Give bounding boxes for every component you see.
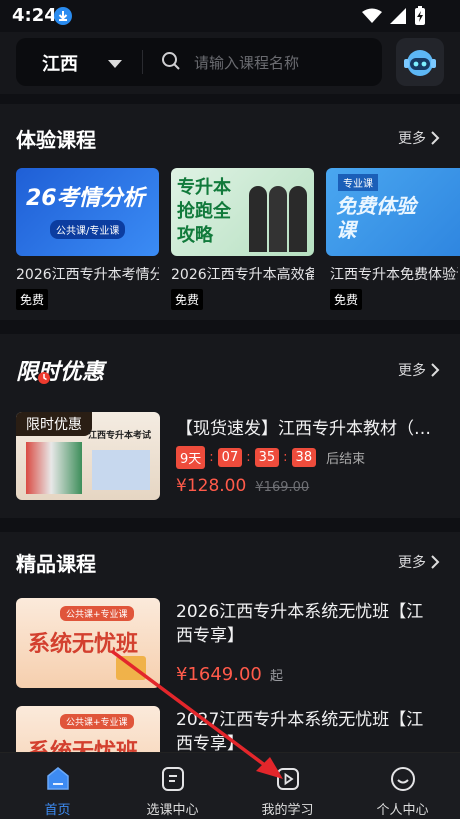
current-price: ¥1649.00: [176, 664, 262, 685]
section-title: 体验课程: [16, 128, 96, 152]
search-icon: [162, 52, 180, 70]
wifi-icon: [362, 8, 382, 23]
countdown-separator: :: [209, 450, 214, 465]
countdown-suffix: 后结束: [326, 452, 366, 467]
tab-label: 我的学习: [261, 803, 314, 818]
status-time: 4:24: [12, 5, 57, 26]
thumbnail-people: [249, 186, 307, 252]
promo-badge: 限时优惠: [16, 412, 92, 436]
tab-profile[interactable]: 个人中心: [345, 753, 460, 819]
header: 江西: [0, 32, 460, 94]
current-price: ¥128.00: [176, 476, 247, 496]
countdown-minutes: 35: [254, 448, 280, 467]
status-icons: [362, 6, 426, 26]
customer-service-button[interactable]: [396, 38, 444, 86]
countdown-separator: :: [246, 450, 251, 465]
book-stack: [26, 442, 82, 494]
thumbnail-subtext: 公共课/专业课: [50, 220, 126, 239]
countdown-seconds: 38: [291, 448, 317, 467]
thumbnail-text: 免费体验课: [336, 194, 416, 242]
promo-thumbnail[interactable]: 限时优惠 江西专升本考试: [16, 412, 160, 500]
chevron-right-icon: [431, 131, 440, 145]
course-thumbnail[interactable]: 专业课 免费体验课: [326, 168, 460, 256]
more-link[interactable]: 更多: [398, 360, 440, 380]
play-icon: [277, 768, 299, 790]
tab-label: 个人中心: [376, 803, 429, 818]
thumbnail-text: 江西专升本考试: [88, 431, 152, 441]
course-title[interactable]: 2026江西专升本高效备考全攻略: [171, 264, 314, 284]
course-title[interactable]: 江西专升本免费体验课: [330, 264, 458, 284]
course-thumbnail[interactable]: 专升本抢跑全攻略: [171, 168, 314, 256]
more-label: 更多: [398, 131, 426, 147]
battery-icon: [415, 6, 425, 25]
signal-icon: [390, 8, 406, 24]
tab-home[interactable]: 首页: [0, 753, 115, 819]
status-bar: 4:24: [0, 0, 460, 32]
price-suffix: 起: [269, 669, 283, 684]
home-icon: [47, 767, 69, 790]
promo-title[interactable]: 【现货速发】江西专升本教材（…: [176, 414, 444, 439]
trial-courses-section: 体验课程 更多 26考情分析 公共课/专业课 2026江西专升本考情分析 免费 …: [0, 104, 460, 320]
region-selector[interactable]: 江西: [42, 50, 78, 76]
free-tag: 免费: [16, 289, 49, 310]
course-title-line: 西专享】: [176, 734, 244, 752]
countdown: 9天 : 07 : 35 : 38 后结束: [176, 446, 365, 469]
premium-courses-section: 精品课程 更多 公共课+专业课 系统无忧班 2026江西专升本系统无忧班【江 西…: [0, 532, 460, 752]
chevron-right-icon: [431, 363, 440, 377]
download-icon: [54, 7, 72, 25]
course-list-icon: [162, 767, 184, 791]
more-link[interactable]: 更多: [398, 552, 440, 572]
smile-icon: [391, 767, 415, 791]
section-title: 限时优惠: [16, 354, 104, 386]
countdown-separator: :: [283, 450, 288, 465]
course-title[interactable]: 2026江西专升本考情分析: [16, 264, 159, 284]
thumbnail-subtext: 公共课+专业课: [60, 606, 134, 621]
video-thumb: [92, 450, 150, 490]
tab-course-center[interactable]: 选课中心: [115, 753, 230, 819]
course-title[interactable]: 2026江西专升本系统无忧班【江 西专享】: [176, 600, 446, 648]
course-thumbnail[interactable]: 公共课+专业课 系统无忧班: [16, 598, 160, 688]
more-label: 更多: [398, 363, 426, 379]
thumbnail-text: 专升本抢跑全攻略: [177, 177, 231, 246]
region-search-bar: 江西: [16, 38, 382, 86]
more-link[interactable]: 更多: [398, 128, 440, 148]
thumbnail-text: 系统无忧班: [28, 632, 139, 657]
promo-price: ¥128.00 ¥169.00: [176, 476, 309, 496]
search-input[interactable]: [192, 46, 376, 80]
course-title[interactable]: 2027江西专升本系统无忧班【江 西专享】: [176, 708, 446, 752]
more-label: 更多: [398, 555, 426, 571]
course-title-line: 2026江西专升本系统无忧班【江: [176, 602, 424, 622]
course-thumbnail[interactable]: 26考情分析 公共课/专业课: [16, 168, 159, 256]
alarm-clock-icon: [38, 372, 50, 384]
thumbnail-text: 26考情分析: [26, 186, 145, 211]
free-tag: 免费: [330, 289, 363, 310]
free-tag: 免费: [171, 289, 204, 310]
section-title: 精品课程: [16, 552, 96, 576]
robot-avatar-icon: [404, 50, 436, 76]
chevron-right-icon: [431, 555, 440, 569]
thumbnail-subtext: 专业课: [338, 174, 378, 191]
course-thumbnail[interactable]: 公共课+专业课 系统无忧班: [16, 706, 160, 752]
tab-my-learning[interactable]: 我的学习: [230, 753, 345, 819]
tab-label: 首页: [44, 803, 71, 818]
thumbnail-subtext: 公共课+专业课: [60, 714, 134, 729]
gift-box: [116, 656, 146, 680]
promo-section: 限时优惠 更多 限时优惠 江西专升本考试 【现货速发】江西专升本教材（… 9天 …: [0, 334, 460, 518]
bottom-tab-bar: 首页 选课中心 我的学习 个人中心: [0, 752, 460, 819]
course-price: ¥1649.00 起: [176, 664, 283, 685]
countdown-days: 9天: [176, 446, 206, 469]
section-title-text: 限时优惠: [16, 360, 105, 385]
caret-down-icon[interactable]: [108, 60, 122, 68]
course-title-line: 2027江西专升本系统无忧班【江: [176, 710, 424, 730]
thumbnail-text: 系统无忧班: [28, 734, 138, 752]
original-price: ¥169.00: [255, 480, 310, 495]
course-title-line: 西专享】: [176, 626, 244, 646]
countdown-hours: 07: [217, 448, 243, 467]
divider: [142, 50, 143, 74]
tab-label: 选课中心: [146, 803, 199, 818]
